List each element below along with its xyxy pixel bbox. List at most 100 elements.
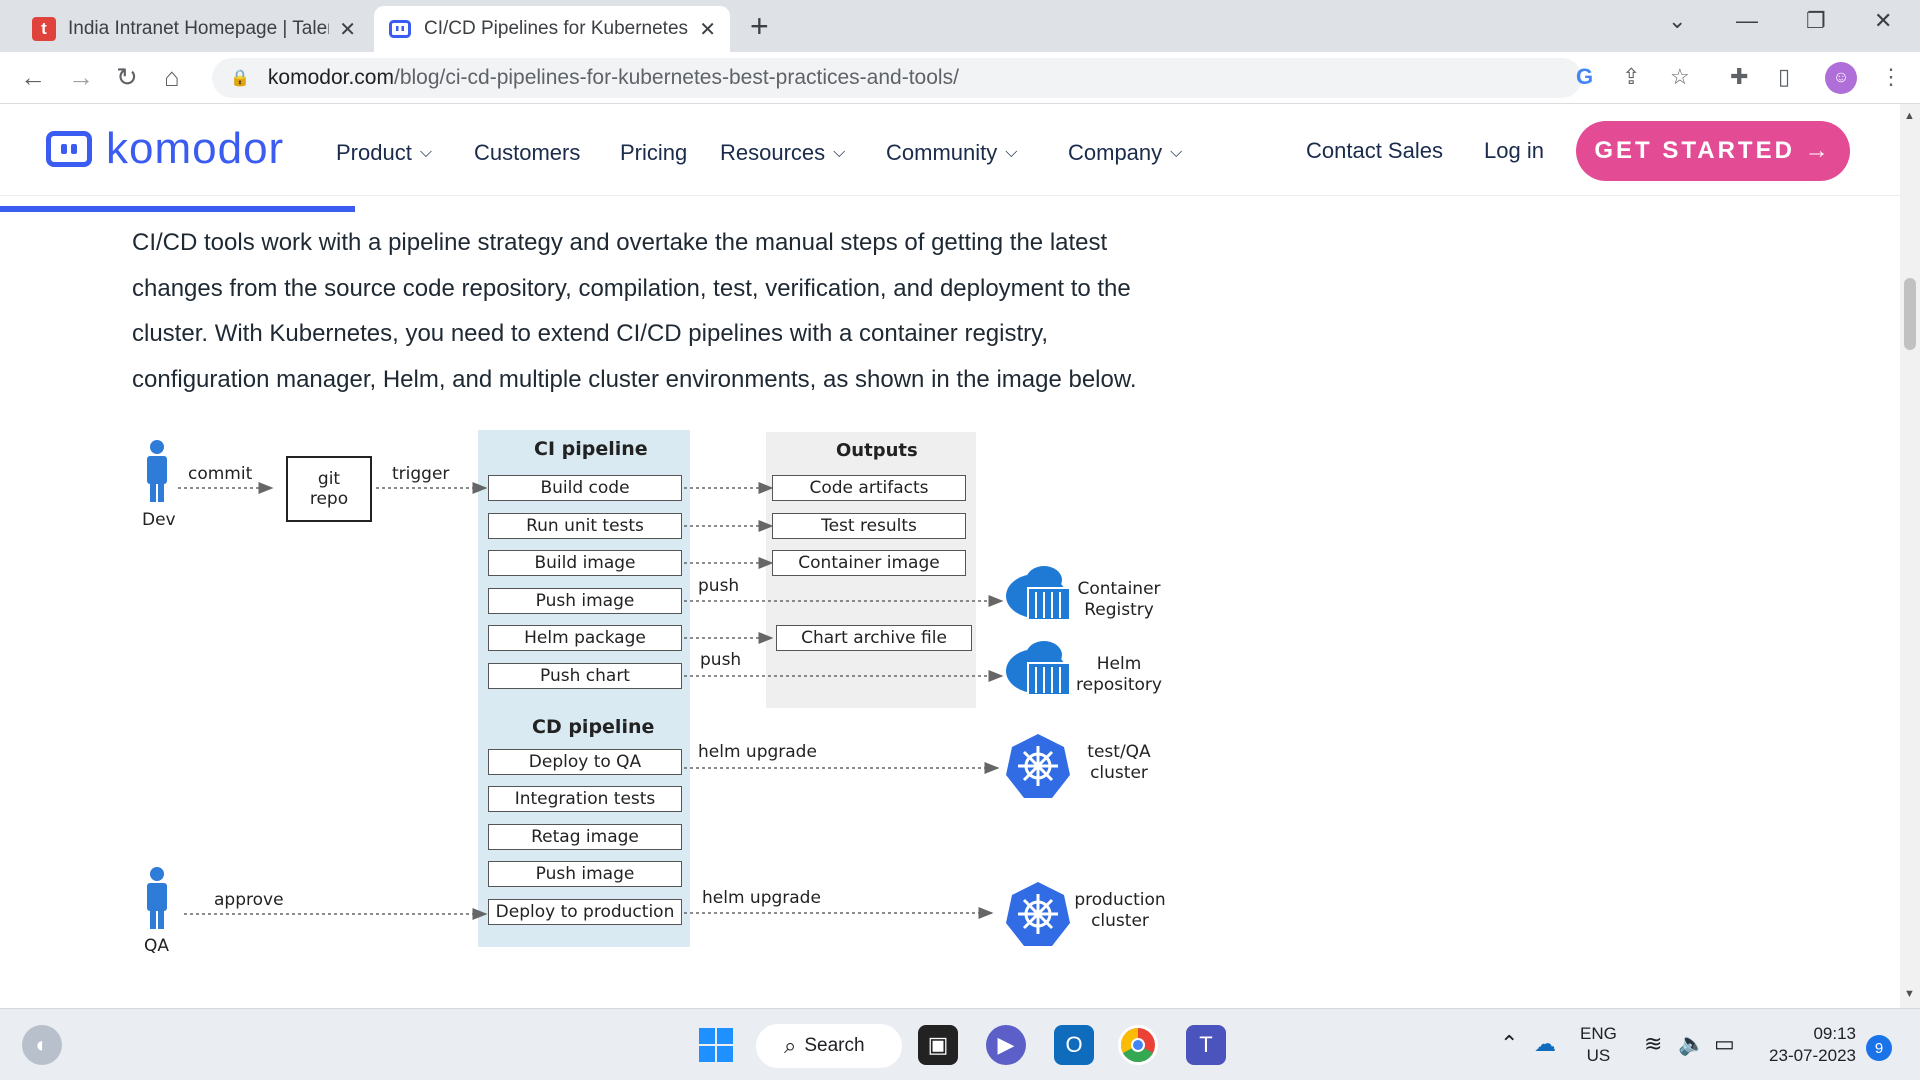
nav-label: Company xyxy=(1068,140,1163,165)
wifi-icon[interactable]: ≋ xyxy=(1644,1031,1662,1057)
google-icon[interactable]: G xyxy=(1576,64,1593,90)
close-tab-icon[interactable]: ✕ xyxy=(699,17,716,42)
container-registry-icon xyxy=(1006,566,1071,621)
production-kubernetes-icon xyxy=(1006,882,1070,946)
git-repo-line2: repo xyxy=(309,489,349,509)
container-registry-label: Container Registry xyxy=(1077,579,1161,620)
nav-company[interactable]: Company ⌵ xyxy=(1068,140,1182,166)
helm-repository-icon xyxy=(1006,641,1071,696)
ci-step: Run unit tests xyxy=(488,513,682,539)
dev-person-icon xyxy=(147,440,167,502)
home-icon[interactable]: ⌂ xyxy=(164,62,180,93)
start-icon[interactable] xyxy=(696,1025,736,1065)
nav-product[interactable]: Product ⌵ xyxy=(336,140,432,166)
ci-step: Helm package xyxy=(488,625,682,651)
get-started-button[interactable]: GET STARTED → xyxy=(1576,121,1850,181)
profile-avatar[interactable]: ☺ xyxy=(1825,62,1857,94)
komodor-favicon-icon xyxy=(388,17,412,41)
lang-line2: US xyxy=(1586,1046,1611,1065)
git-repo-box: git repo xyxy=(286,456,372,522)
output-item: Code artifacts xyxy=(772,475,966,501)
close-window-icon[interactable]: ✕ xyxy=(1874,8,1892,34)
nav-resources[interactable]: Resources ⌵ xyxy=(720,140,845,166)
url-path: /blog/ci-cd-pipelines-for-kubernetes-bes… xyxy=(393,66,959,89)
notification-badge[interactable]: 9 xyxy=(1866,1035,1892,1061)
komodor-logo[interactable]: komodor xyxy=(46,124,284,174)
cd-step: Integration tests xyxy=(488,786,682,812)
onedrive-icon[interactable]: ☁ xyxy=(1534,1031,1556,1057)
lock-icon[interactable]: 🔒 xyxy=(230,68,250,88)
contact-sales-link[interactable]: Contact Sales xyxy=(1306,138,1443,164)
teams-icon[interactable]: T xyxy=(1186,1025,1226,1065)
production-cluster-label: production cluster xyxy=(1074,890,1166,931)
push-label: push xyxy=(700,650,742,670)
cd-step: Deploy to QA xyxy=(488,749,682,775)
scroll-up-icon[interactable]: ▲ xyxy=(1904,110,1915,122)
close-tab-icon[interactable]: ✕ xyxy=(339,17,356,42)
show-hidden-icons-icon[interactable]: ⌃ xyxy=(1500,1031,1518,1057)
bookmark-star-icon[interactable]: ☆ xyxy=(1670,64,1690,90)
output-item: Container image xyxy=(772,550,966,576)
outputs-title: Outputs xyxy=(836,440,918,461)
commit-label: commit xyxy=(188,464,253,484)
outlook-icon[interactable]: O xyxy=(1054,1025,1094,1065)
dev-label: Dev xyxy=(142,510,176,530)
cd-step: Deploy to production xyxy=(488,899,682,925)
extensions-icon[interactable]: ✚ xyxy=(1730,64,1748,90)
chrome-icon[interactable] xyxy=(1118,1025,1158,1065)
talent-favicon-icon: t xyxy=(32,17,56,41)
tab-talent[interactable]: t India Intranet Homepage | Talent ✕ xyxy=(18,6,370,52)
cd-step: Retag image xyxy=(488,824,682,850)
scroll-thumb[interactable] xyxy=(1904,278,1916,350)
taskbar-search[interactable]: ⌕ Search xyxy=(756,1024,902,1068)
search-label: Search xyxy=(804,1035,865,1056)
scroll-down-icon[interactable]: ▼ xyxy=(1904,988,1915,1000)
cd-pipeline-title: CD pipeline xyxy=(532,716,655,738)
ci-step: Push image xyxy=(488,588,682,614)
qa-label: QA xyxy=(144,936,170,956)
nav-label: Resources xyxy=(720,140,826,165)
side-panel-icon[interactable]: ▯ xyxy=(1778,64,1790,90)
weather-widget-icon[interactable]: ◐ xyxy=(22,1025,62,1065)
login-link[interactable]: Log in xyxy=(1484,138,1544,164)
output-item: Test results xyxy=(772,513,966,539)
restore-icon[interactable]: ❐ xyxy=(1806,8,1826,34)
git-repo-line1: git xyxy=(317,469,341,489)
url-domain: komodor.com xyxy=(267,66,394,89)
nav-community[interactable]: Community ⌵ xyxy=(886,140,1017,166)
battery-icon[interactable]: ▭ xyxy=(1714,1031,1735,1057)
ci-step: Build image xyxy=(488,550,682,576)
tab-komodor[interactable]: CI/CD Pipelines for Kubernetes: B ✕ xyxy=(374,6,730,52)
helm-repository-label: Helm repository xyxy=(1076,654,1162,695)
chrome-menu-icon[interactable]: ⋮ xyxy=(1880,64,1902,90)
new-tab-icon[interactable]: + xyxy=(750,8,769,45)
ci-step: Build code xyxy=(488,475,682,501)
share-icon[interactable]: ⇪ xyxy=(1622,64,1640,90)
trigger-label: trigger xyxy=(392,464,450,484)
forward-icon[interactable]: → xyxy=(68,62,94,93)
language-indicator[interactable]: ENG US xyxy=(1580,1023,1617,1067)
nav-customers[interactable]: Customers xyxy=(474,140,580,166)
ci-step: Push chart xyxy=(488,663,682,689)
helm-upgrade-label: helm upgrade xyxy=(698,742,817,762)
teams-chat-icon[interactable]: ▶ xyxy=(986,1025,1026,1065)
approve-label: approve xyxy=(214,890,284,910)
reload-icon[interactable]: ↻ xyxy=(116,62,138,93)
clock[interactable]: 09:13 23-07-2023 xyxy=(1760,1023,1856,1067)
nav-pricing[interactable]: Pricing xyxy=(620,140,687,166)
minimize-icon[interactable]: — xyxy=(1736,8,1758,34)
tab-search-chevron-icon[interactable]: ⌄ xyxy=(1668,8,1686,34)
volume-icon[interactable]: 🔈 xyxy=(1678,1031,1705,1057)
page-scrollbar[interactable]: ▲ ▼ xyxy=(1900,104,1920,1008)
cd-step: Push image xyxy=(488,861,682,887)
chevron-down-icon: ⌵ xyxy=(419,144,432,161)
task-view-icon[interactable]: ▣ xyxy=(918,1025,958,1065)
url-input[interactable]: 🔒 komodor.com/blog/ci-cd-pipelines-for-k… xyxy=(212,58,1582,98)
qa-cluster-label: test/QA cluster xyxy=(1087,742,1151,783)
back-icon[interactable]: ← xyxy=(20,62,46,93)
clock-time: 09:13 xyxy=(1813,1024,1856,1043)
push-label: push xyxy=(698,576,740,596)
windows-taskbar: ◐ ⌕ Search ▣ ▶ O T ⌃ ☁ ENG US ≋ 🔈 ▭ 09:1… xyxy=(0,1008,1920,1080)
chevron-down-icon: ⌵ xyxy=(1005,144,1018,161)
chart-archive-box: Chart archive file xyxy=(776,625,972,651)
